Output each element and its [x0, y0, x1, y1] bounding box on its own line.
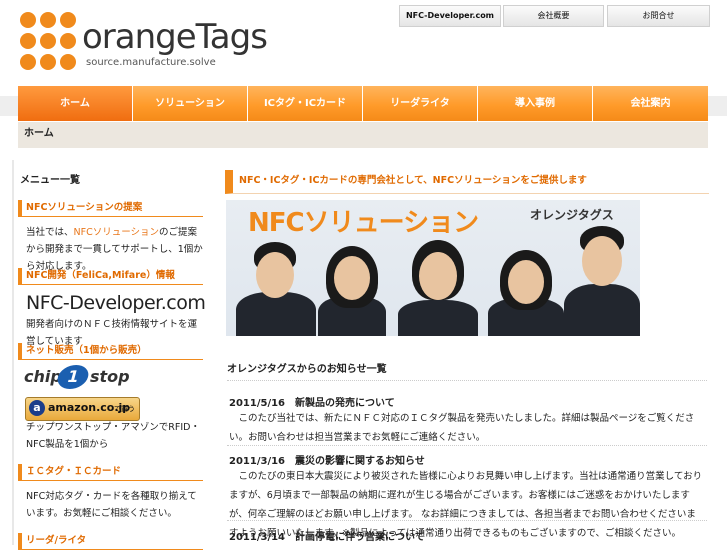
news-heading: オレンジタグスからのお知らせ一覧 — [227, 364, 387, 375]
sidebar-section-reader[interactable]: リーダ/ライタ — [18, 533, 203, 550]
company-link[interactable]: 会社概要 — [503, 5, 604, 27]
nav-company[interactable]: 会社案内 — [593, 86, 708, 121]
sidebar-heading: メニュー一覧 — [20, 175, 80, 186]
logo-dots-icon — [18, 10, 82, 72]
nav-home[interactable]: ホーム — [18, 86, 133, 121]
banner-title: NFCソリューション — [248, 208, 479, 238]
nfc-solution-link[interactable]: NFCソリューション — [74, 227, 160, 238]
nav-cases[interactable]: 導入事例 — [478, 86, 593, 121]
divider — [227, 445, 707, 446]
news-date: 2011/3/16 震災の影響に関するお知らせ — [229, 456, 425, 467]
contact-link[interactable]: お問合せ — [607, 5, 710, 27]
amazon-buy-button[interactable]: a amazon.co.jp で買う — [25, 397, 140, 421]
news-body: このたび当社では、新たにＮＦＣ対応のＩＣタグ製品を発売いたしました。詳細は製品ペ… — [229, 413, 695, 443]
sidebar-section-ictag[interactable]: ＩＣタグ・ＩＣカード — [18, 464, 203, 481]
sidebar-section-nfc-solution[interactable]: NFCソリューションの提案 — [18, 200, 203, 217]
main-nav: ホーム ソリューション ICタグ・ICカード リーダライタ 導入事例 会社案内 — [18, 86, 708, 121]
news-date: 2011/5/16 新製品の発売について — [229, 398, 395, 409]
sidebar-section-online-shop[interactable]: ネット販売（1個から販売） — [18, 343, 203, 360]
nfc-developer-logo[interactable]: NFC-Developer.com — [26, 292, 206, 314]
nfc-developer-link[interactable]: NFC-Developer.com — [399, 5, 501, 27]
divider — [227, 520, 707, 521]
sidebar-section-nfc-dev[interactable]: NFC開発（FeliCa,Mifare）情報 — [18, 268, 203, 285]
breadcrumb: ホーム — [18, 122, 708, 148]
logo-tagline: source.manufacture.solve — [86, 57, 216, 68]
sidebar-ictag-text: NFC対応タグ・カードを各種取り揃えています。お気軽にご相談ください。 — [26, 491, 197, 519]
sidebar: メニュー一覧 NFCソリューションの提案 当社では、NFCソリューションのご提案… — [12, 160, 212, 550]
solution-banner-image: NFCソリューション オレンジタグス — [226, 200, 640, 336]
nav-solution[interactable]: ソリューション — [133, 86, 248, 121]
nav-reader[interactable]: リーダライタ — [363, 86, 478, 121]
nav-ictag[interactable]: ICタグ・ICカード — [248, 86, 363, 121]
banner-subtitle: オレンジタグス — [530, 208, 614, 222]
news-date: 2011/3/14 計画停電に伴う営業について — [229, 532, 425, 543]
page-title: NFC・ICタグ・ICカードの専門会社として、NFCソリューションをご提供します — [225, 170, 709, 194]
site-logo[interactable]: orangeTags source.manufacture.solve — [18, 10, 268, 72]
chip1stop-logo[interactable]: chip 1 stop — [24, 365, 130, 391]
divider — [227, 380, 707, 381]
sidebar-shop-text: チップワンストップ・アマゾンでRFID・NFC製品を1個から — [26, 422, 200, 450]
logo-brand-text: orangeTags — [82, 17, 268, 57]
